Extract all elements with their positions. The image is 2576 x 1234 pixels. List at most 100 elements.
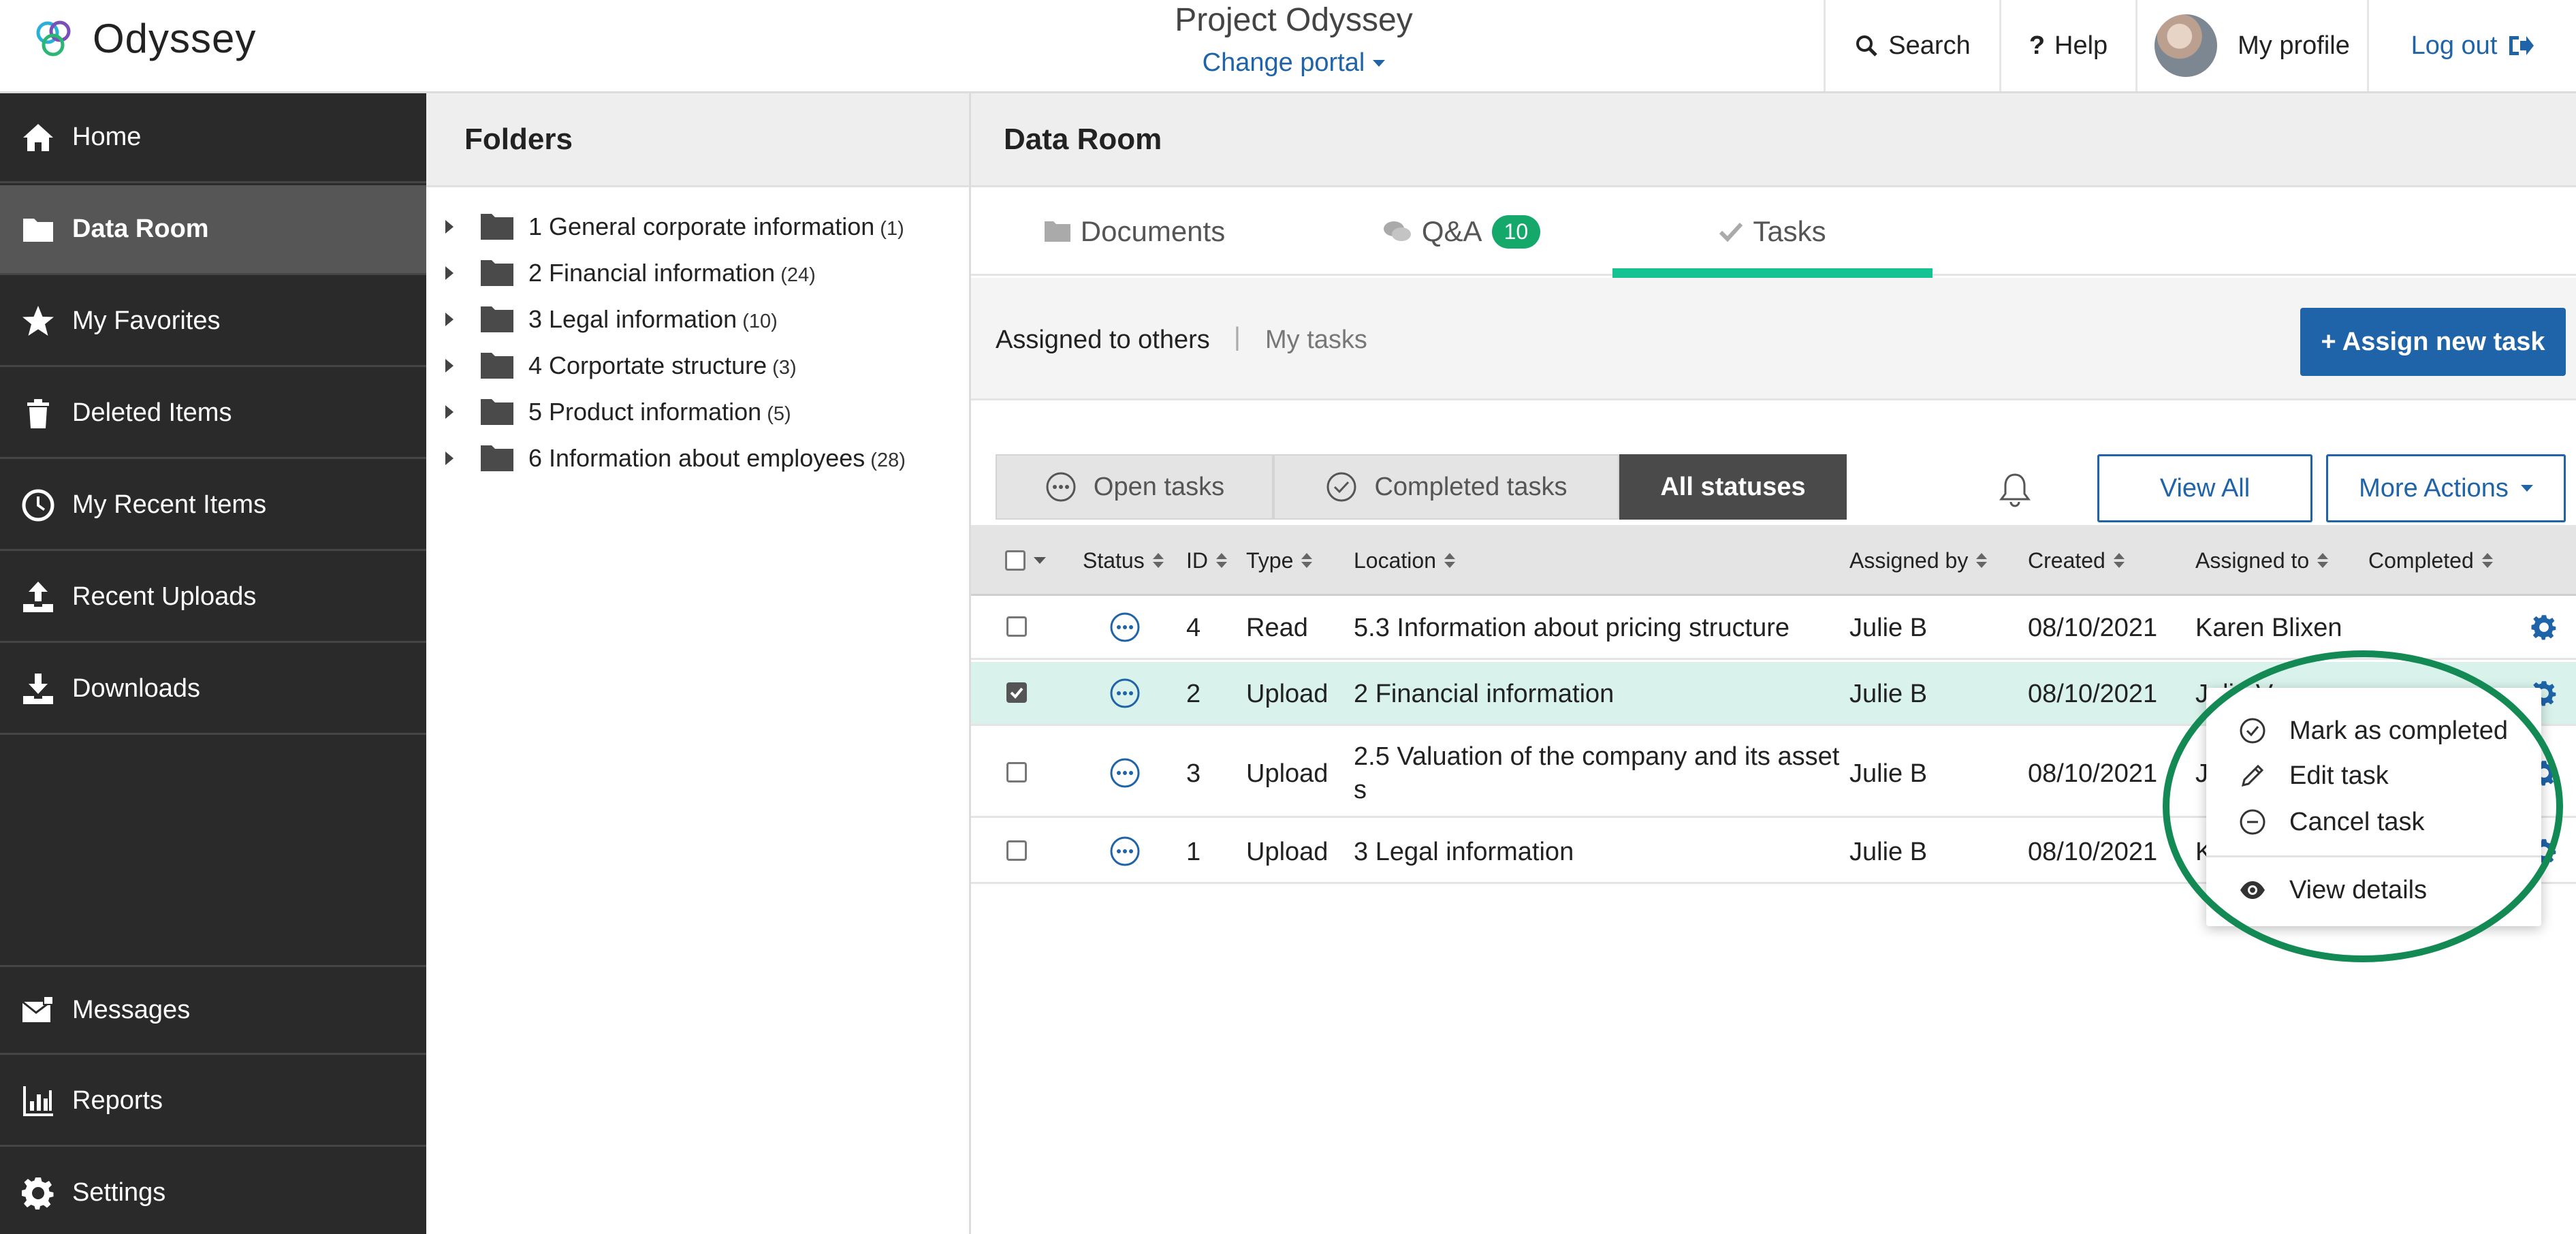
expand-caret-icon[interactable] [445,313,454,326]
filter-completed-tasks[interactable]: Completed tasks [1273,454,1619,520]
chevron-down-icon [1373,59,1386,67]
location-line-wrap: s [1354,776,1367,805]
sidebar-item-label: Settings [72,1178,166,1207]
sort-icon [1216,553,1227,568]
column-header-assigned-to[interactable]: Assigned to [2195,525,2329,596]
folders-title: Folders [426,93,969,187]
sidebar-item-label: My Favorites [72,306,221,335]
cell-created: 08/10/2021 [2028,614,2158,642]
sidebar-item-messages[interactable]: Messages [0,965,426,1055]
tab-qa[interactable]: Q&A 10 [1359,187,1563,276]
sidebar-item-my-recent-items[interactable]: My Recent Items [0,461,426,551]
expand-caret-icon[interactable] [445,220,454,234]
menu-item-edit-task[interactable]: Edit task [2239,753,2389,798]
filter-open-tasks[interactable]: Open tasks [996,454,1273,520]
app-logo[interactable]: Odyssey [33,15,256,62]
open-status-icon [1109,677,1141,710]
folder-item[interactable]: 3 Legal information (10) [445,298,778,341]
sidebar-item-recent-uploads[interactable]: Recent Uploads [0,553,426,643]
cell-type: Upload [1246,680,1329,708]
select-all-checkbox[interactable] [1005,550,1025,571]
folder-item[interactable]: 4 Corportate structure (3) [445,345,797,387]
assign-new-task-button[interactable]: + Assign new task [2300,308,2566,376]
eye-icon [2240,881,2265,899]
cell-created: 08/10/2021 [2028,680,2158,708]
cell-assigned-to: Karen Blixen [2195,614,2342,642]
project-switcher: Project Odyssey Change portal [1008,0,1580,78]
bar-chart-icon [23,1086,53,1116]
cell-assigned-by: Julie B [1849,759,1928,788]
filter-all-statuses[interactable]: All statuses [1619,454,1847,520]
row-checkbox[interactable] [1006,840,1027,861]
expand-caret-icon[interactable] [445,266,454,280]
column-header-id[interactable]: ID [1186,525,1227,596]
folder-item[interactable]: 5 Product information (5) [445,391,791,433]
expand-caret-icon[interactable] [445,359,454,373]
sidebar-item-downloads[interactable]: Downloads [0,645,426,735]
expand-caret-icon[interactable] [445,452,454,465]
folder-item[interactable]: 6 Information about employees (28) [445,437,906,479]
menu-item-mark-completed[interactable]: Mark as completed [2239,708,2508,753]
sidebar-item-label: Data Room [72,215,209,243]
row-checkbox[interactable] [1006,762,1027,782]
folder-icon [481,445,513,471]
gear-icon [22,1177,54,1209]
star-icon [22,305,54,336]
sidebar-item-reports[interactable]: Reports [0,1057,426,1147]
row-checkbox[interactable] [1006,682,1027,703]
menu-item-label: Mark as completed [2289,716,2509,745]
sidebar-item-home[interactable]: Home [0,93,426,183]
column-header-created[interactable]: Created [2028,525,2125,596]
column-header-status[interactable]: Status [1083,525,1164,596]
table-row[interactable]: 4 Read 5.3 Information about pricing str… [971,596,2576,660]
pencil-icon [2241,764,2264,787]
sidebar-item-settings[interactable]: Settings [0,1149,426,1234]
cell-location: 5.3 Information about pricing structure [1354,614,1790,642]
sidebar: Home Data Room My Favorites Deleted Item… [0,93,426,1234]
sidebar-item-deleted-items[interactable]: Deleted Items [0,369,426,459]
chevron-down-icon[interactable] [1034,557,1046,564]
folder-icon [481,399,513,425]
column-header-completed[interactable]: Completed [2368,525,2493,596]
search-label: Search [1888,31,1971,60]
cell-assigned-by: Julie B [1849,680,1928,708]
search-button[interactable]: Search [1824,0,1999,91]
change-portal-link[interactable]: Change portal [1203,48,1386,78]
bell-icon[interactable] [1996,471,2034,509]
folder-item[interactable]: 1 General corporate information (1) [445,206,904,248]
folders-panel: Folders 1 General corporate information(… [426,93,971,1234]
column-header-type[interactable]: Type [1246,525,1313,596]
logout-button[interactable]: Log out [2367,0,2576,91]
row-checkbox[interactable] [1006,616,1027,637]
profile-button[interactable]: My profile [2135,0,2367,91]
completed-status-icon [1326,472,1356,502]
logo-text: Odyssey [93,16,257,61]
help-button[interactable]: ? Help [1999,0,2135,91]
menu-item-label: Cancel task [2289,807,2425,836]
tab-documents[interactable]: Documents [1019,187,1250,276]
search-icon [1856,35,1878,57]
tab-tasks[interactable]: Tasks [1612,187,1933,278]
tab-label: Q&A [1421,215,1482,247]
column-header-assigned-by[interactable]: Assigned by [1849,525,1988,596]
column-header-location[interactable]: Location [1354,525,1455,596]
sidebar-item-label: Deleted Items [72,398,232,427]
qa-count-badge: 10 [1491,215,1541,249]
menu-item-cancel-task[interactable]: Cancel task [2239,800,2425,844]
view-all-button[interactable]: View All [2097,454,2312,522]
cell-assigned-by: Julie B [1849,614,1928,642]
menu-item-label: View details [2289,875,2428,904]
subtab-assigned-to-others[interactable]: Assigned to others [996,326,1210,355]
select-all-control[interactable] [1005,525,1046,596]
expand-caret-icon[interactable] [445,405,454,419]
sidebar-item-data-room[interactable]: Data Room [0,185,426,275]
folder-name: 3 Legal information (10) [528,305,778,333]
row-actions-gear-icon[interactable] [2530,614,2558,641]
menu-item-view-details[interactable]: View details [2239,868,2427,913]
more-actions-button[interactable]: More Actions [2326,454,2566,522]
task-scope-bar: Assigned to others | My tasks + Assign n… [971,278,2576,400]
sidebar-item-my-favorites[interactable]: My Favorites [0,277,426,367]
folder-icon [23,218,53,242]
subtab-my-tasks[interactable]: My tasks [1265,326,1367,355]
folder-item[interactable]: 2 Financial information (24) [445,252,816,294]
